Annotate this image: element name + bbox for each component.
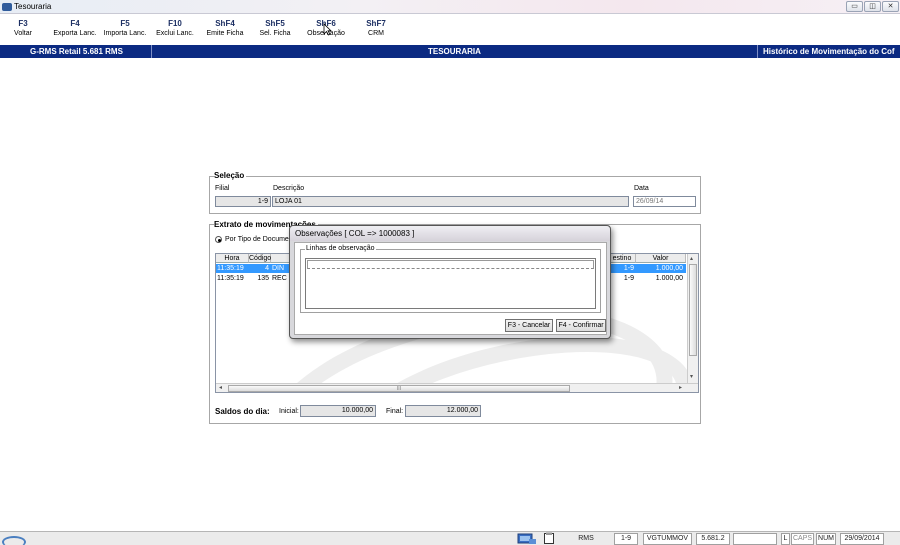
hscroll-thumb[interactable]: III [228, 385, 570, 392]
status-empty [733, 533, 777, 545]
crm-button[interactable]: ShF7 CRM [362, 19, 390, 39]
window-title-bar: Tesouraria ▭ ◫ ✕ [0, 0, 900, 14]
dialog-title: Observações [ COL => 1000083 ] [290, 226, 610, 241]
cell-hora: 11:35:19 [216, 264, 249, 273]
col-codigo[interactable]: Código [249, 254, 271, 263]
cell-destino: 1-9 [609, 264, 636, 273]
saldo-final-field[interactable]: 12.000,00 [405, 405, 481, 417]
cell-destino: 1-9 [623, 275, 634, 282]
tipo-documento-label: Por Tipo de Documen [225, 236, 293, 243]
product-version: G-RMS Retail 5.681 RMS [30, 47, 123, 56]
mouse-cursor-icon [323, 23, 332, 36]
descricao-label: Descrição [273, 185, 305, 192]
tool-label: Voltar [14, 30, 32, 37]
exclui-lanc-button[interactable]: F10 Exclui Lanc. [154, 19, 196, 39]
filial-field[interactable]: 1-9 [215, 196, 271, 207]
vertical-scrollbar[interactable]: ▴ ▾ [687, 254, 698, 383]
function-toolbar: F3 Voltar F4 Exporta Lanc. F5 Importa La… [0, 15, 900, 43]
status-bar: RMS 1-9 VGTUMMOV 5.681.2 L CAPS NUM 29/0… [0, 531, 900, 545]
cell-descricao: REC [272, 275, 287, 282]
tool-label: Exporta Lanc. [53, 30, 97, 37]
tool-label: Emite Ficha [206, 30, 244, 37]
tool-label: CRM [368, 30, 384, 37]
saldo-final-label: Final: [386, 408, 404, 415]
importa-lanc-button[interactable]: F5 Importa Lanc. [101, 19, 149, 39]
tool-label: Exclui Lanc. [156, 30, 194, 37]
selecao-group [209, 176, 701, 214]
tool-key: F10 [168, 19, 182, 28]
saldo-inicial-label: Inicial: [279, 408, 299, 415]
radio-dot-icon [217, 238, 221, 242]
col-hora[interactable]: Hora [216, 254, 249, 263]
cell-valor: 1.000,00 [636, 264, 686, 273]
observacoes-dialog: Observações [ COL => 1000083 ] Linhas de… [289, 225, 611, 339]
status-date: 29/09/2014 [840, 533, 884, 545]
start-orb-icon[interactable] [2, 536, 26, 545]
dialog-body: Linhas de observação F3 - Cancelar F4 - … [294, 242, 607, 335]
cell-valor: 1.000,00 [655, 275, 683, 282]
scroll-down-icon[interactable]: ▾ [690, 373, 693, 380]
header-divider [151, 45, 152, 58]
exporta-lanc-button[interactable]: F4 Exporta Lanc. [52, 19, 98, 39]
selecao-title: Seleção [214, 171, 247, 180]
tool-key: F4 [70, 19, 80, 28]
status-filial: 1-9 [614, 533, 638, 545]
maximize-button[interactable]: ◫ [864, 1, 881, 12]
saldo-inicial-field[interactable]: 10.000,00 [300, 405, 376, 417]
horizontal-scrollbar[interactable]: ◂ III ▸ [216, 383, 698, 392]
tool-key: ShF7 [366, 19, 386, 28]
col-descricao[interactable] [271, 254, 291, 263]
data-field[interactable]: 26/09/14 [633, 196, 696, 207]
cell-codigo: 135 [257, 275, 269, 282]
header-bar: G-RMS Retail 5.681 RMS TESOURARIA Histór… [0, 45, 900, 58]
screen-title: Histórico de Movimentação do Cof [763, 47, 895, 56]
window-title: Tesouraria [14, 2, 52, 11]
status-system: RMS [578, 535, 594, 542]
filial-label: Filial [215, 185, 230, 192]
observacao-textarea[interactable] [305, 258, 596, 309]
cell-hora: 11:35:19 [217, 275, 244, 282]
status-l: L [781, 533, 790, 545]
tool-label: Sel. Ficha [259, 30, 291, 37]
tool-label: Importa Lanc. [103, 30, 147, 37]
saldos-title: Saldos do dia: [215, 407, 270, 416]
close-button[interactable]: ✕ [882, 1, 899, 12]
header-divider [757, 45, 758, 58]
network-computer-icon [517, 533, 536, 544]
descricao-field[interactable]: LOJA 01 [272, 196, 629, 207]
status-version: 5.681.2 [696, 533, 730, 545]
status-caps: CAPS [791, 533, 814, 545]
cell-descricao: DIN [271, 264, 291, 273]
tool-key: ShF4 [215, 19, 235, 28]
observacao-line-input[interactable] [307, 260, 594, 269]
cancel-button[interactable]: F3 - Cancelar [505, 319, 553, 332]
col-valor[interactable]: Valor [636, 254, 686, 263]
scroll-left-icon[interactable]: ◂ [219, 384, 222, 391]
tool-key: F3 [18, 19, 28, 28]
col-destino[interactable]: estino [609, 254, 636, 263]
module-title: TESOURARIA [428, 47, 481, 56]
status-num: NUM [816, 533, 836, 545]
tipo-documento-radio[interactable] [215, 236, 222, 243]
emite-ficha-button[interactable]: ShF4 Emite Ficha [205, 19, 245, 39]
status-user: VGTUMMOV [643, 533, 692, 545]
tool-key: F5 [120, 19, 130, 28]
app-icon [2, 3, 12, 11]
minimize-button[interactable]: ▭ [846, 1, 863, 12]
confirm-button[interactable]: F4 - Confirmar [556, 319, 606, 332]
voltar-button[interactable]: F3 Voltar [8, 19, 38, 39]
document-icon [544, 532, 554, 544]
scroll-up-icon[interactable]: ▴ [690, 255, 693, 262]
data-label: Data [634, 185, 649, 192]
vscroll-thumb[interactable] [689, 264, 697, 356]
observacao-group-label: Linhas de observação [305, 245, 376, 252]
cell-codigo: 4 [249, 264, 271, 273]
sel-ficha-button[interactable]: ShF5 Sel. Ficha [257, 19, 293, 39]
tool-key: ShF5 [265, 19, 285, 28]
scroll-right-icon[interactable]: ▸ [679, 384, 682, 391]
